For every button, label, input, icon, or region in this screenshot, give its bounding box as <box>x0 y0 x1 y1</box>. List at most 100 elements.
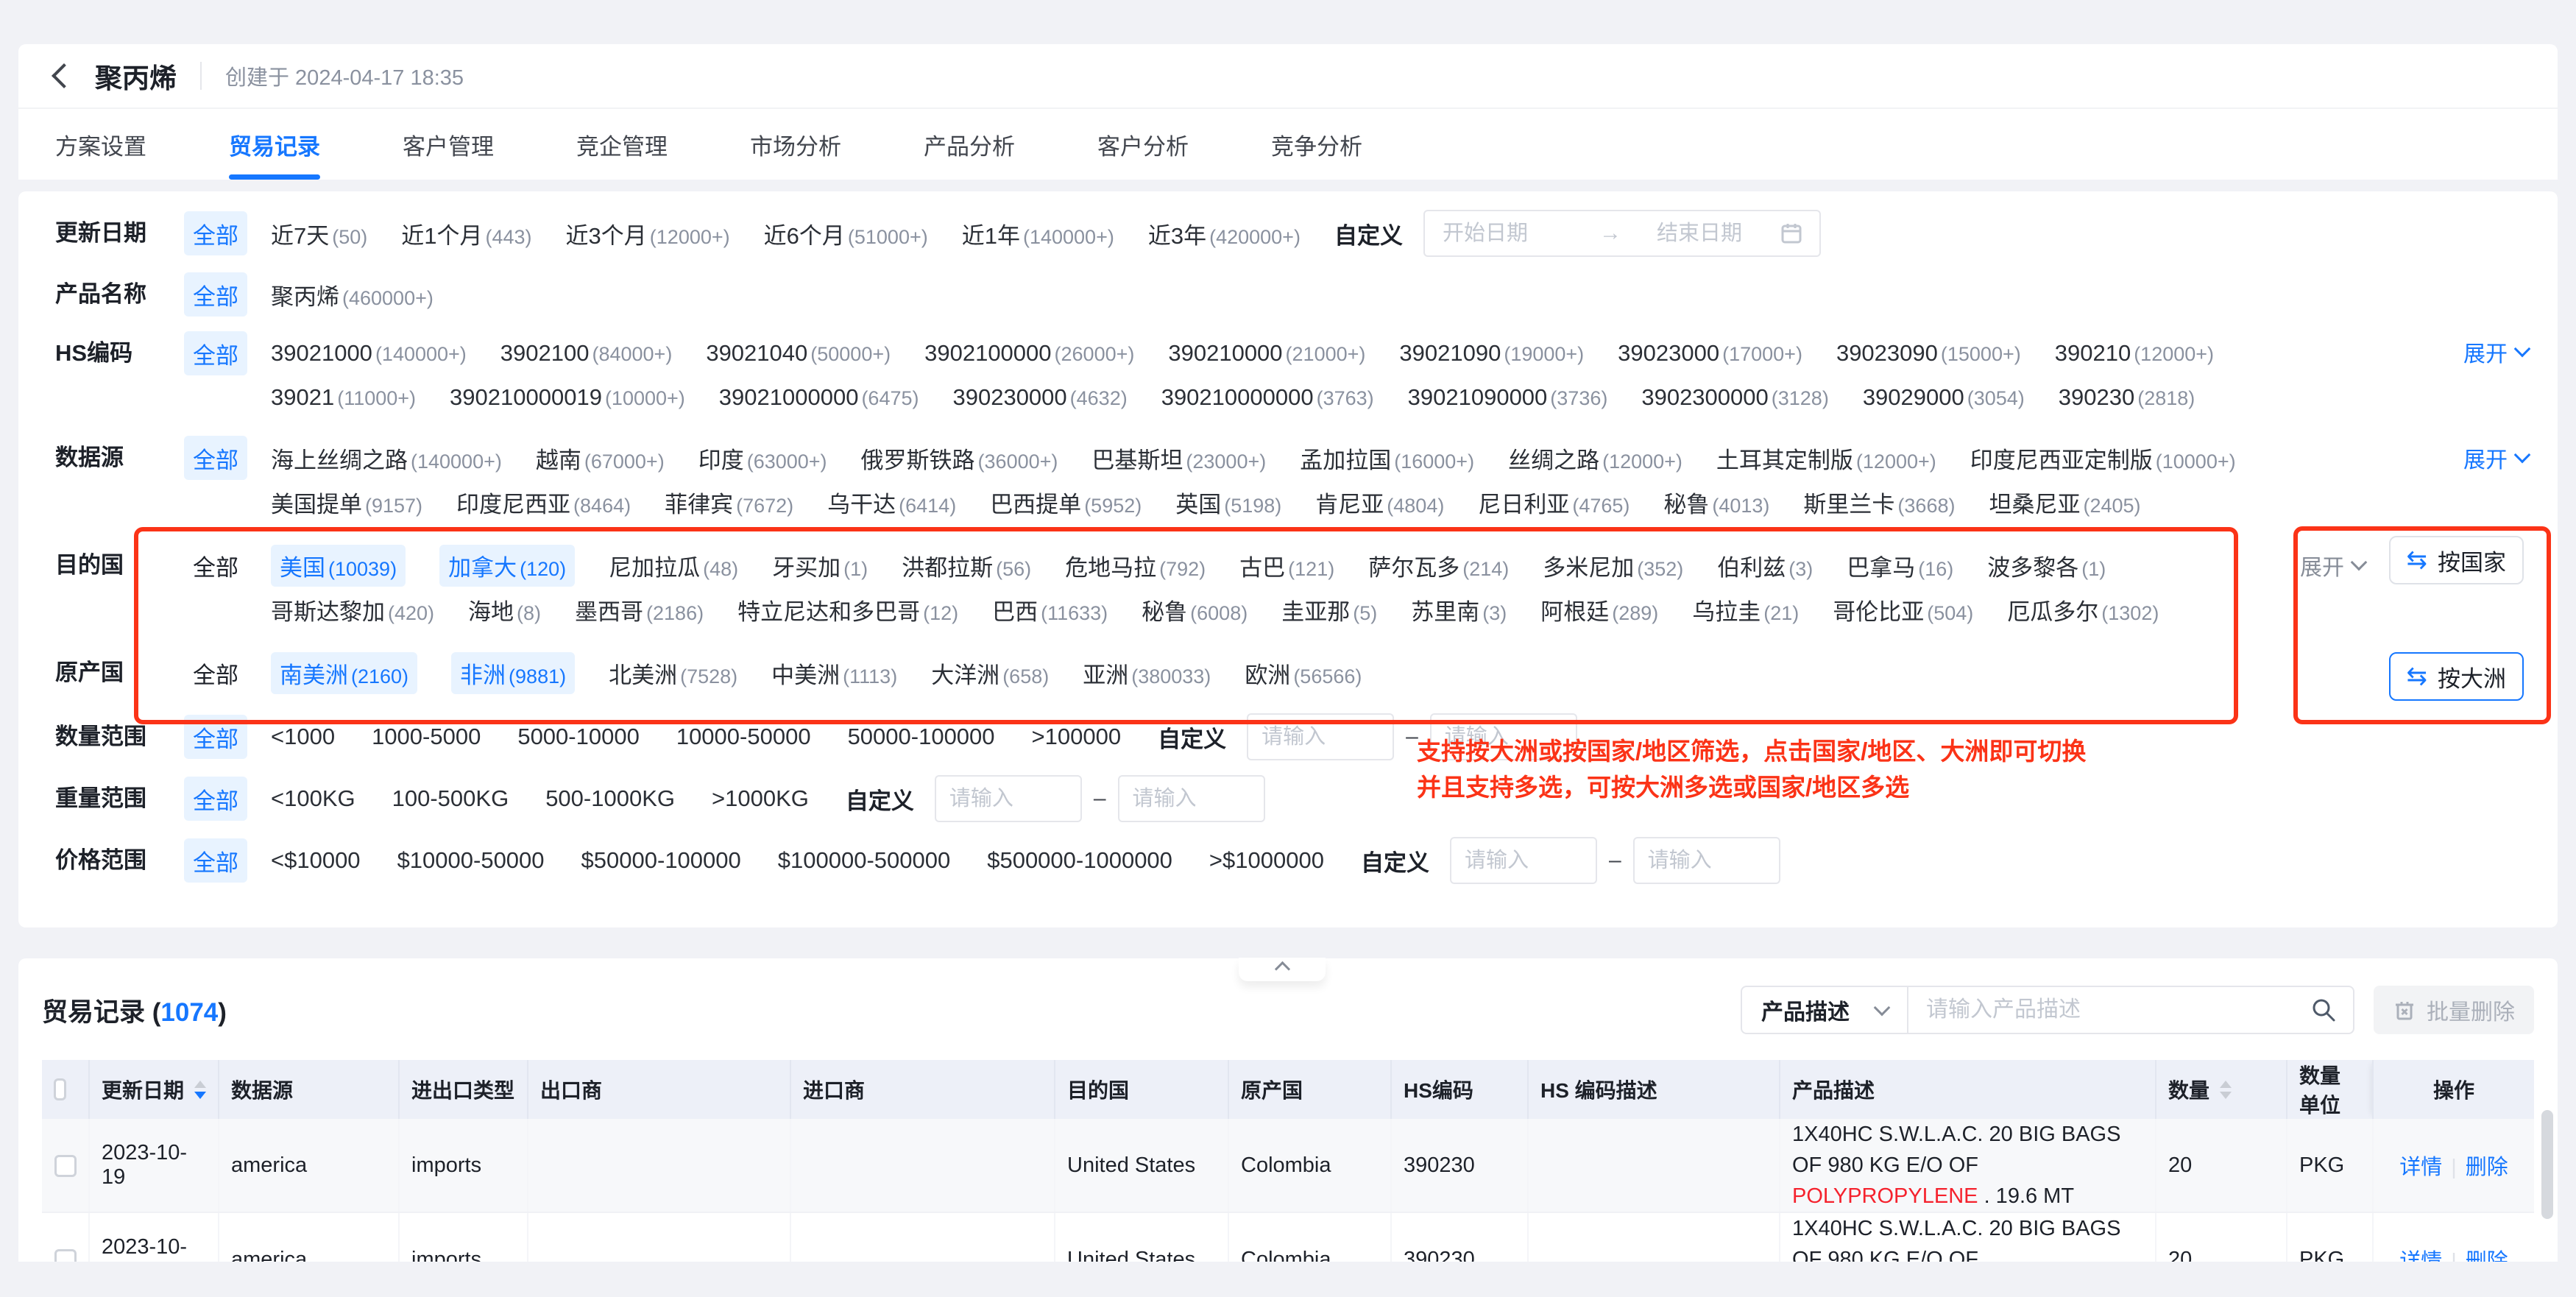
filter-option[interactable]: >1000KG <box>712 785 812 812</box>
filter-option[interactable]: 菲律宾 (7672) <box>665 486 793 519</box>
table-header-cell[interactable]: HS 编码描述 <box>1528 1060 1780 1119</box>
filter-option[interactable]: 海地(8) <box>468 593 541 626</box>
sort-icons[interactable] <box>2220 1081 2232 1099</box>
quantity-min-input[interactable] <box>1247 713 1394 760</box>
table-header-cell[interactable]: 目的国 <box>1055 1060 1228 1119</box>
table-header-cell[interactable]: 进口商 <box>790 1060 1055 1119</box>
detail-link[interactable]: 详情 <box>2399 1156 2442 1179</box>
filter-option[interactable]: 亚洲(380033) <box>1083 657 1211 690</box>
by-continent-toggle-button[interactable]: ⇆按大洲 <box>2389 652 2524 701</box>
filter-option[interactable]: $100000-500000 <box>778 847 953 874</box>
filter-option[interactable]: 萨尔瓦多(214) <box>1368 549 1509 582</box>
filter-option[interactable]: 危地马拉(792) <box>1065 549 1206 582</box>
filter-option[interactable]: 390210 (12000+) <box>2055 340 2214 367</box>
table-header-cell[interactable]: HS编码 <box>1391 1060 1528 1119</box>
filter-all-chip[interactable]: 全部 <box>184 838 247 883</box>
filter-all-chip[interactable]: 全部 <box>184 715 247 759</box>
price-max-input[interactable] <box>1633 837 1780 884</box>
filter-option[interactable]: 越南 (67000+) <box>536 442 665 475</box>
filter-option[interactable]: <100KG <box>271 785 358 812</box>
table-scrollbar[interactable] <box>2541 1110 2553 1257</box>
batch-delete-button[interactable]: 批量删除 <box>2374 986 2534 1034</box>
start-date-input[interactable] <box>1441 221 1565 247</box>
filter-option[interactable]: 美国提单 (9157) <box>271 486 422 519</box>
filter-option[interactable]: 巴拿马(16) <box>1847 549 1953 582</box>
tab[interactable]: 竞企管理 <box>576 109 668 180</box>
filter-option[interactable]: 5000-10000 <box>517 724 643 750</box>
filter-option[interactable]: 近3个月 (12000+) <box>566 217 730 250</box>
filter-option[interactable]: 孟加拉国 (16000+) <box>1300 442 1474 475</box>
delete-link[interactable]: 删除 <box>2466 1156 2508 1179</box>
filter-option[interactable]: 英国 (5198) <box>1175 486 1281 519</box>
filter-option[interactable]: 尼加拉瓜(48) <box>609 549 738 582</box>
filter-option[interactable]: 洪都拉斯(56) <box>902 549 1031 582</box>
filter-option[interactable]: 巴基斯坦 (23000+) <box>1091 442 1266 475</box>
table-header-cell[interactable] <box>42 1060 89 1119</box>
filter-all-chip[interactable]: 全部 <box>184 543 247 587</box>
filter-option[interactable]: 近1年 (140000+) <box>962 217 1114 250</box>
table-header-cell[interactable]: 数量 <box>2156 1060 2287 1119</box>
filter-option[interactable]: 古巴(121) <box>1239 549 1334 582</box>
filter-option[interactable]: 哥伦比亚(504) <box>1833 593 1973 626</box>
filter-option[interactable]: 南美洲(2160) <box>271 652 417 694</box>
custom-range-label[interactable]: 自定义 <box>1334 217 1403 250</box>
destination-expand-link[interactable]: 展开 <box>2300 549 2365 582</box>
filter-option[interactable]: 巴西(11633) <box>992 593 1108 626</box>
table-header-cell[interactable]: 出口商 <box>528 1060 790 1119</box>
filter-option[interactable]: $10000-50000 <box>397 847 548 874</box>
filter-option[interactable]: 圭亚那(5) <box>1281 593 1377 626</box>
filter-option[interactable]: $500000-1000000 <box>987 847 1175 874</box>
filter-option[interactable]: 近3年 (420000+) <box>1148 217 1301 250</box>
table-header-cell[interactable]: 更新日期 <box>89 1060 219 1119</box>
custom-range-label[interactable]: 自定义 <box>1361 844 1429 877</box>
filter-option[interactable]: 39021000 (140000+) <box>271 340 467 367</box>
filter-option[interactable]: 50000-100000 <box>848 724 998 750</box>
filter-option[interactable]: 聚丙烯 (460000+) <box>271 278 434 311</box>
filter-option[interactable]: 近6个月 (51000+) <box>764 217 928 250</box>
filter-option[interactable]: 39023000 (17000+) <box>1618 340 1802 367</box>
filter-option[interactable]: 1000-5000 <box>372 724 484 750</box>
table-header-cell[interactable]: 进出口类型 <box>399 1060 528 1119</box>
filter-option[interactable]: 3902300000 (3128) <box>1641 384 1828 411</box>
filter-option[interactable]: 印度尼西亚 (8464) <box>456 486 631 519</box>
tab[interactable]: 客户管理 <box>403 109 494 180</box>
back-icon[interactable] <box>52 63 77 88</box>
filter-option[interactable]: >100000 <box>1032 724 1125 750</box>
filter-option[interactable]: 39021040 (50000+) <box>706 340 891 367</box>
filter-option[interactable]: 肯尼亚 (4804) <box>1315 486 1444 519</box>
filter-option[interactable]: 特立尼达和多巴哥(12) <box>737 593 958 626</box>
filter-option[interactable]: 俄罗斯铁路 (36000+) <box>861 442 1058 475</box>
filter-option[interactable]: 39023090 (15000+) <box>1836 340 2021 367</box>
filter-option[interactable]: 390230 (2818) <box>2059 384 2195 411</box>
row-checkbox[interactable] <box>54 1155 77 1177</box>
filter-option[interactable]: 390210000 (21000+) <box>1168 340 1365 367</box>
end-date-input[interactable] <box>1655 221 1780 247</box>
filter-all-chip[interactable]: 全部 <box>184 272 247 317</box>
tab[interactable]: 客户分析 <box>1097 109 1189 180</box>
filter-option[interactable]: <1000 <box>271 724 338 750</box>
filter-all-chip[interactable]: 全部 <box>184 777 247 821</box>
filter-option[interactable]: 390210000019 (10000+) <box>450 384 685 411</box>
filter-option[interactable]: 39021090000 (3736) <box>1408 384 1608 411</box>
search-input[interactable] <box>1925 997 2310 1023</box>
filter-option[interactable]: 39021 (11000+) <box>271 384 416 411</box>
filter-all-chip[interactable]: 全部 <box>184 651 247 695</box>
table-header-cell[interactable]: 原产国 <box>1228 1060 1391 1119</box>
table-header-cell[interactable]: 数量单位 <box>2287 1060 2373 1119</box>
filter-option[interactable]: 中美洲(1113) <box>771 657 897 690</box>
filter-option[interactable]: 厄瓜多尔(1302) <box>2007 593 2159 626</box>
table-header-cell[interactable]: 产品描述 <box>1780 1060 2156 1119</box>
search-field-select[interactable]: 产品描述 <box>1742 987 1908 1033</box>
filter-option[interactable]: 秘鲁(6008) <box>1142 593 1248 626</box>
by-country-toggle-button[interactable]: ⇆按国家 <box>2389 536 2524 584</box>
collapse-filters-tab[interactable] <box>1239 958 1326 981</box>
price-min-input[interactable] <box>1450 837 1597 884</box>
filter-option[interactable]: 北美洲(7528) <box>609 657 737 690</box>
tab[interactable]: 市场分析 <box>750 109 841 180</box>
filter-option[interactable]: 10000-50000 <box>676 724 814 750</box>
custom-range-label[interactable]: 自定义 <box>846 782 914 816</box>
filter-option[interactable]: 印度 (63000+) <box>698 442 827 475</box>
filter-option[interactable]: 加拿大(120) <box>439 545 575 587</box>
filter-option[interactable]: 海上丝绸之路 (140000+) <box>271 442 502 475</box>
table-header-cell[interactable]: 操作 <box>2373 1060 2534 1119</box>
